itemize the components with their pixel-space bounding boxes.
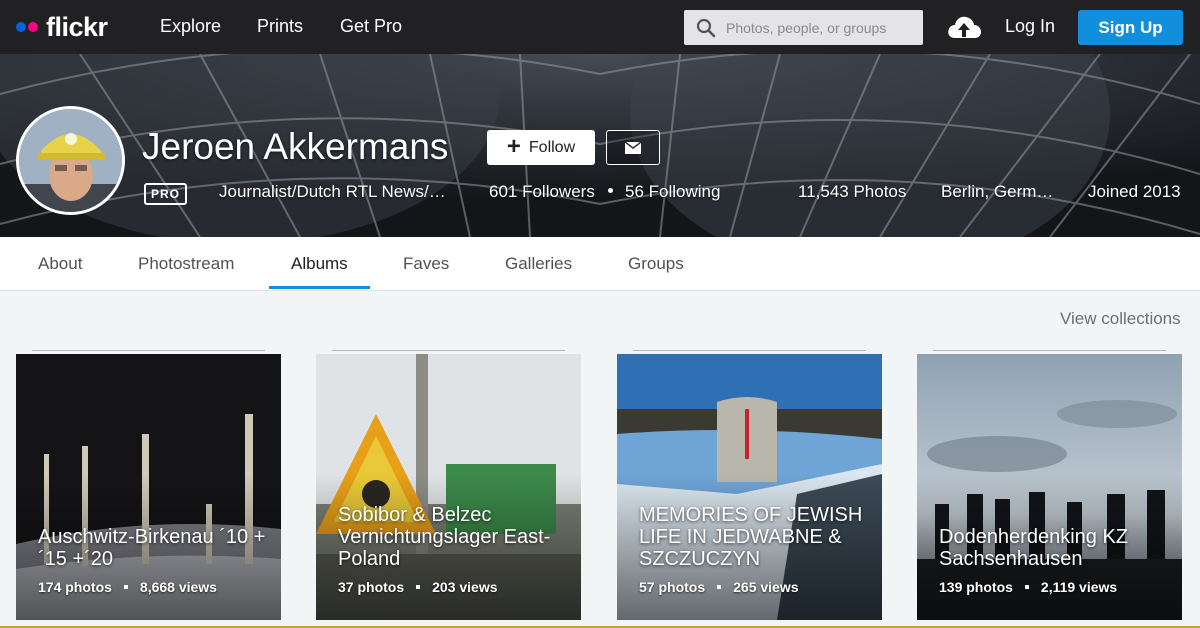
flickr-logo[interactable]: flickr: [16, 12, 108, 42]
stats-separator: [416, 584, 421, 589]
logo-pink-dot: [28, 22, 38, 32]
sign-up-button[interactable]: Sign Up: [1078, 10, 1183, 45]
separator-dot: [608, 188, 613, 193]
album-view-count: 203 views: [432, 579, 498, 595]
stats-separator: [123, 584, 128, 589]
photos-count: 11,543 Photos: [798, 182, 907, 201]
pro-badge: PRO: [144, 183, 187, 205]
search-box: [684, 10, 923, 45]
search-input[interactable]: [726, 10, 916, 45]
avatar-photo: [19, 109, 122, 212]
album-title: Auschwitz-Birkenau ´10 +´15 +´20: [38, 526, 266, 570]
album-stack-line: [933, 350, 1166, 351]
envelope-icon: [625, 141, 641, 154]
logo-wordmark: flickr: [46, 11, 108, 42]
profile-description[interactable]: Journalist/Dutch RTL News/…: [219, 182, 446, 202]
joined-date: Joined 2013: [1088, 182, 1181, 201]
album-photo-count: 139 photos: [939, 579, 1013, 595]
follow-label: Follow: [528, 138, 576, 156]
tab-galleries[interactable]: Galleries: [505, 254, 572, 274]
login-link[interactable]: Log In: [1005, 16, 1055, 37]
search-icon[interactable]: [696, 18, 716, 38]
album-view-count: 265 views: [733, 579, 799, 595]
view-collections-link[interactable]: View collections: [1060, 309, 1181, 329]
album-photo-count: 57 photos: [639, 579, 706, 595]
album-title: Sobibor & Belzec Vernichtungslager East-…: [338, 504, 551, 570]
album-stats: 37 photos 203 views: [338, 579, 498, 595]
profile-name: Jeroen Akkermans: [142, 126, 449, 167]
following-count[interactable]: 56 Following: [625, 182, 720, 202]
profile-location: Berlin, Germ…: [941, 182, 1054, 201]
profile-cover: Jeroen Akkermans + Follow PRO Journalist…: [0, 54, 1200, 237]
stats-separator: [1024, 584, 1029, 589]
album-stack-line: [32, 350, 265, 351]
active-tab-indicator: [269, 286, 370, 289]
nav-explore-link[interactable]: Explore: [160, 16, 221, 37]
avatar[interactable]: [16, 106, 125, 215]
album-card[interactable]: Dodenherdenking KZ Sachsenhausen 139 pho…: [917, 354, 1182, 620]
nav-get-pro-link[interactable]: Get Pro: [340, 16, 402, 37]
tab-faves[interactable]: Faves: [403, 254, 449, 274]
followers-count[interactable]: 601 Followers: [489, 182, 595, 202]
album-view-count: 8,668 views: [139, 579, 217, 595]
profile-tabs: About Photostream Albums Faves Galleries…: [0, 237, 1200, 291]
tab-about[interactable]: About: [38, 254, 82, 274]
album-title: MEMORIES OF JEWISH LIFE IN JEDWABNE & SZ…: [639, 504, 863, 570]
album-stack-line: [332, 350, 565, 351]
album-card[interactable]: MEMORIES OF JEWISH LIFE IN JEDWABNE & SZ…: [617, 354, 882, 620]
top-navigation-bar: flickr Explore Prints Get Pro Log In Sig…: [0, 0, 1200, 54]
plus-icon: +: [506, 132, 521, 160]
nav-prints-link[interactable]: Prints: [257, 16, 303, 37]
album-stats: 139 photos 2,119 views: [939, 579, 1117, 595]
album-view-count: 2,119 views: [1040, 579, 1118, 595]
follow-button[interactable]: + Follow: [487, 130, 595, 165]
album-stats: 57 photos 265 views: [639, 579, 799, 595]
upload-cloud-icon[interactable]: [946, 12, 982, 42]
tab-groups[interactable]: Groups: [628, 254, 684, 274]
album-card[interactable]: Auschwitz-Birkenau ´10 +´15 +´20 174 pho…: [16, 354, 281, 620]
tab-photostream[interactable]: Photostream: [138, 254, 234, 274]
stats-separator: [717, 584, 722, 589]
album-photo-count: 174 photos: [38, 579, 112, 595]
album-stack-line: [633, 350, 866, 351]
tab-albums[interactable]: Albums: [291, 254, 348, 274]
message-button[interactable]: [606, 130, 660, 165]
album-card[interactable]: Sobibor & Belzec Vernichtungslager East-…: [316, 354, 581, 620]
logo-blue-dot: [16, 22, 26, 32]
album-stats: 174 photos 8,668 views: [38, 579, 217, 595]
album-photo-count: 37 photos: [338, 579, 405, 595]
album-title: Dodenherdenking KZ Sachsenhausen: [939, 526, 1129, 570]
